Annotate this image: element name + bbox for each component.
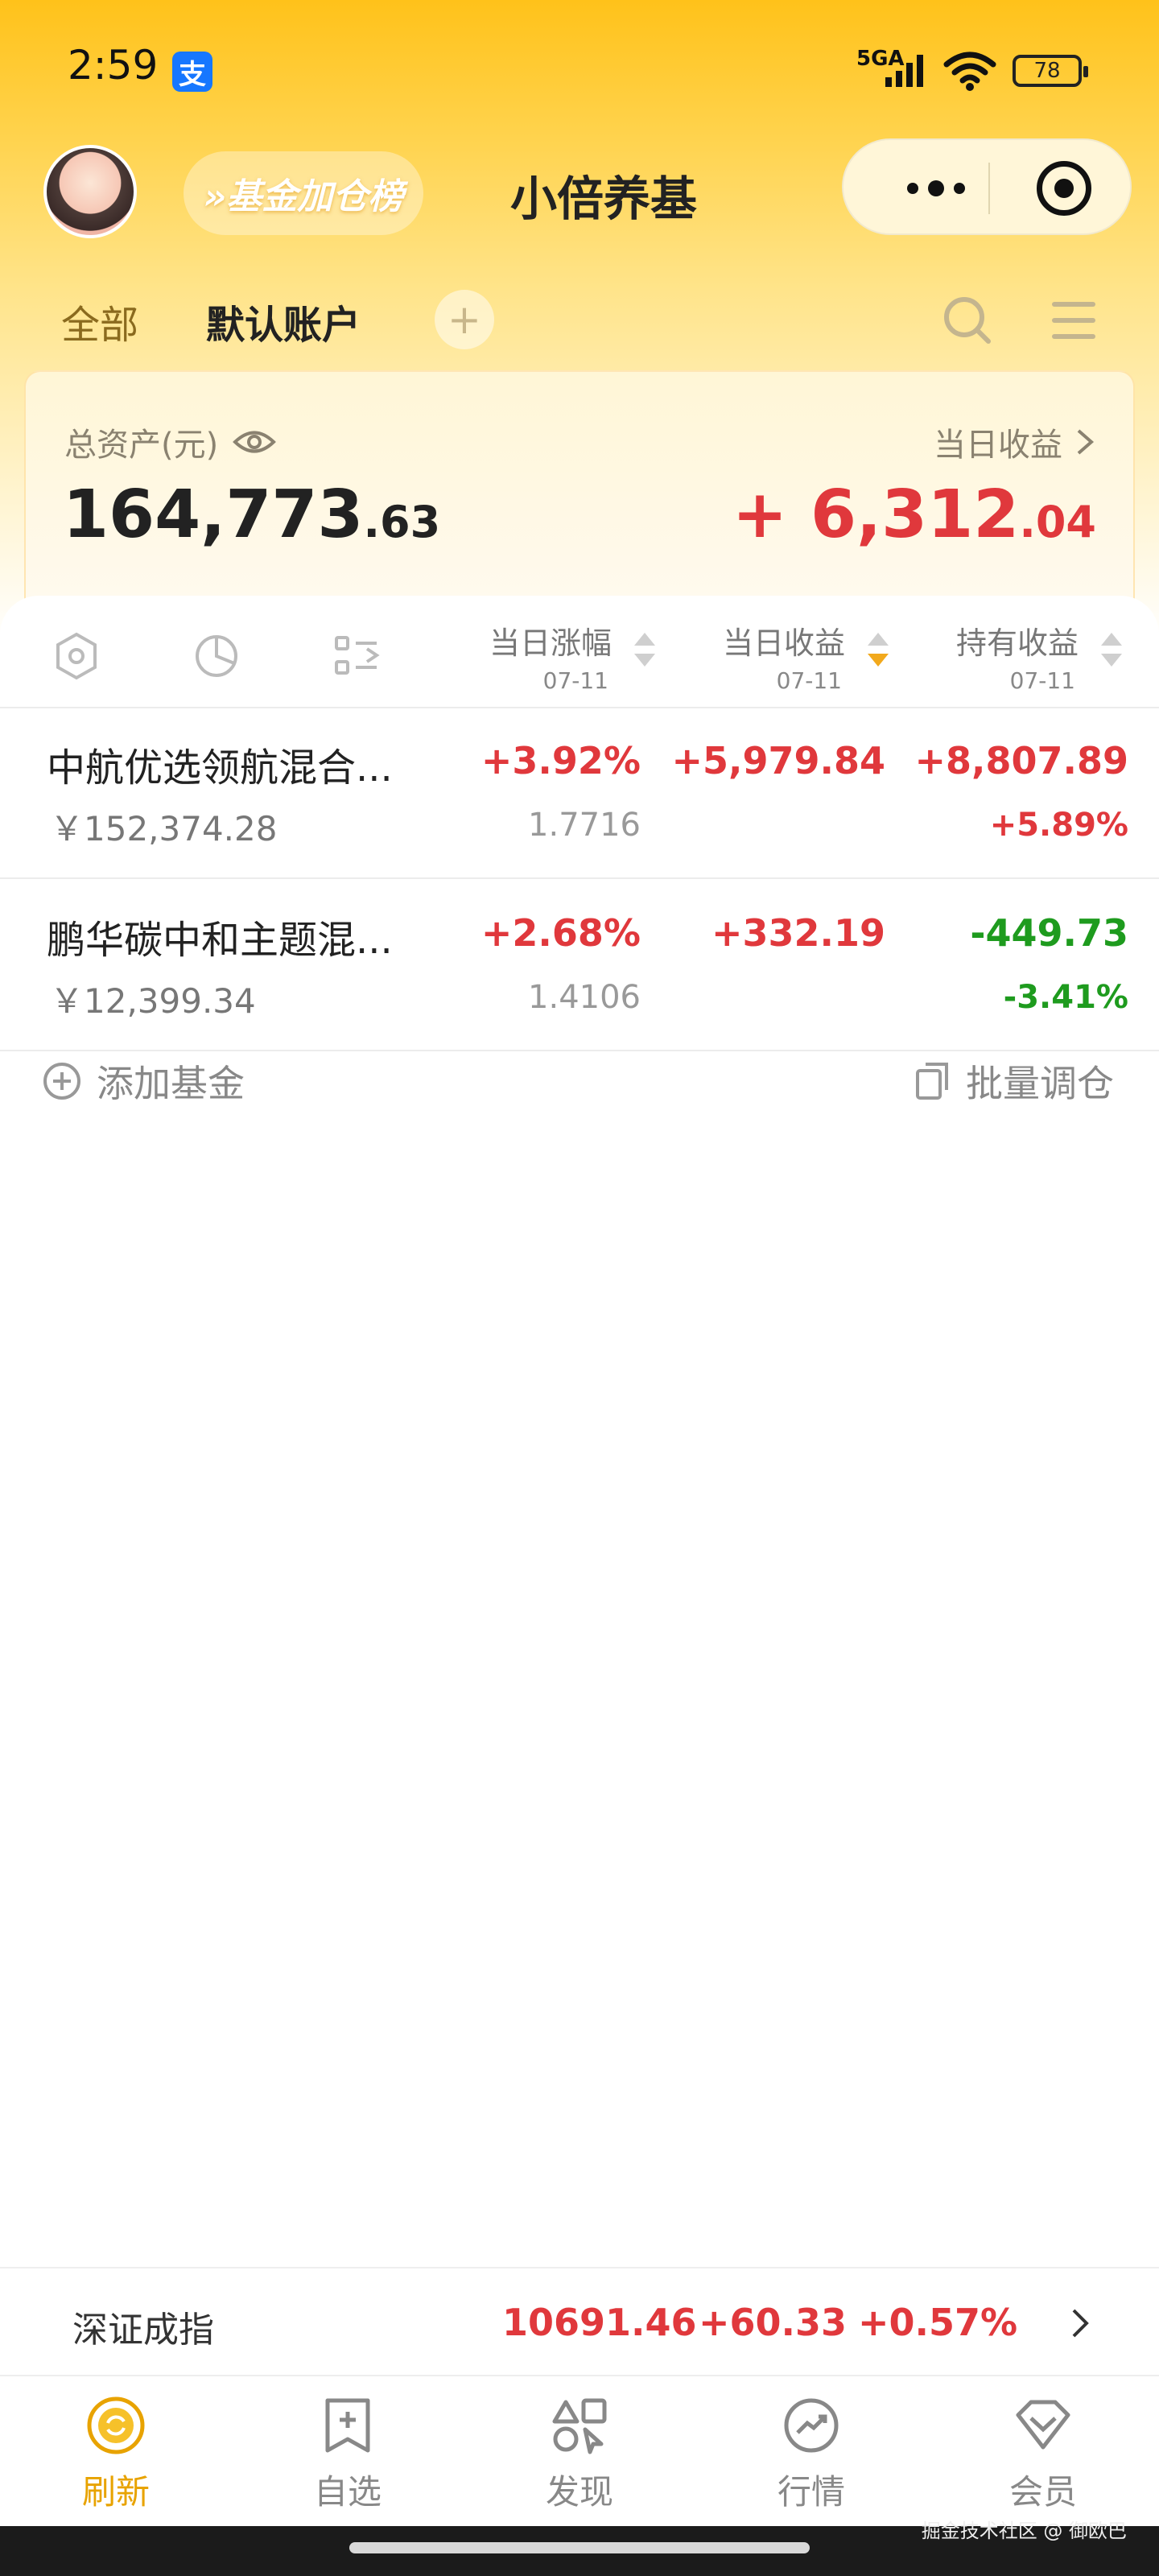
add-account-button[interactable]: +	[435, 290, 494, 349]
total-assets-value: 164,773.63	[63, 477, 440, 553]
sort-arrows-icon[interactable]	[1101, 633, 1124, 678]
daily-income-link[interactable]: 当日收益	[934, 419, 1095, 465]
avatar[interactable]	[43, 145, 137, 238]
sort-arrows-active-icon[interactable]	[868, 633, 890, 678]
holding-rate: +5.89%	[989, 807, 1128, 844]
nav-discover[interactable]: 发现	[499, 2394, 660, 2514]
add-circle-icon	[43, 1063, 80, 1100]
total-assets-label: 总资产(元)	[64, 427, 219, 464]
fund-row[interactable]: 鹏华碳中和主题混... ￥12,399.34 +2.68% 1.4106 +33…	[0, 881, 1159, 1051]
watermark: 掘金技术社区 @ 御欧巴	[921, 2520, 1127, 2542]
wifi-icon	[943, 52, 996, 91]
nav-label: 自选	[313, 2472, 382, 2512]
daily-income-label: 当日收益	[934, 427, 1062, 464]
fund-nav: 1.7716	[528, 807, 641, 844]
nav-label: 会员	[1008, 2472, 1077, 2512]
total-assets-decimal: .63	[363, 497, 441, 547]
sort-arrows-icon[interactable]	[634, 633, 657, 678]
fund-amount: ￥12,399.34	[50, 981, 256, 1021]
more-icon[interactable]	[884, 140, 988, 237]
daily-income-value: + 6,312.04	[732, 477, 1096, 553]
miniprogram-capsule	[842, 138, 1132, 235]
holding-income: -449.73	[970, 911, 1128, 955]
status-time: 2:59	[68, 42, 159, 89]
tab-default-account[interactable]: 默认账户	[206, 293, 361, 349]
column-date: 07-11	[542, 667, 608, 694]
settings-hex-icon[interactable]	[52, 631, 101, 681]
nav-vip[interactable]: 会员	[963, 2394, 1124, 2514]
holding-income: +8,807.89	[914, 739, 1128, 782]
column-date: 07-11	[1009, 667, 1075, 694]
fund-name: 中航优选领航混合...	[47, 745, 393, 791]
switch-view-icon[interactable]	[332, 631, 382, 681]
column-holding-income[interactable]: 持有收益 07-11	[934, 618, 1079, 694]
market-icon	[784, 2398, 839, 2453]
fund-amount: ￥152,374.28	[50, 809, 278, 848]
battery-indicator: 78	[1013, 55, 1088, 87]
nav-label: 行情	[777, 2472, 845, 2512]
daily-income-integer: + 6,312	[732, 477, 1020, 553]
add-fund-label: 添加基金	[97, 1062, 245, 1105]
column-title: 当日收益	[722, 625, 845, 661]
daily-income: +5,979.84	[671, 739, 885, 782]
list-actions: 添加基金 批量调仓	[0, 1055, 1159, 1135]
fund-nav: 1.4106	[528, 979, 641, 1016]
vip-icon	[1016, 2400, 1070, 2450]
fund-row[interactable]: 中航优选领航混合... ￥152,374.28 +3.92% 1.7716 +5…	[0, 708, 1159, 879]
column-title: 持有收益	[955, 625, 1079, 661]
holding-rate: -3.41%	[1003, 979, 1128, 1016]
status-bar: 2:59 支 5GA 78	[0, 0, 1159, 142]
index-value: 10691.46	[502, 2301, 697, 2344]
discover-icon	[552, 2398, 607, 2454]
index-change-pct: +0.57%	[858, 2301, 1018, 2344]
column-title: 当日涨幅	[489, 625, 612, 661]
total-assets-label-group: 总资产(元)	[64, 419, 277, 465]
index-name: 深证成指	[72, 2310, 214, 2351]
nav-market[interactable]: 行情	[731, 2394, 892, 2514]
column-daily-change[interactable]: 当日涨幅 07-11	[467, 618, 612, 694]
column-daily-income[interactable]: 当日收益 07-11	[700, 618, 845, 694]
app-title: 小倍养基	[509, 171, 697, 226]
menu-icon[interactable]	[1050, 296, 1098, 345]
refresh-icon	[87, 2396, 145, 2454]
copy-icon	[916, 1063, 948, 1100]
tab-all[interactable]: 全部	[61, 293, 138, 349]
fund-name: 鹏华碳中和主题混...	[47, 918, 393, 963]
add-fund-button[interactable]: 添加基金	[42, 1055, 245, 1108]
watchlist-icon	[325, 2398, 370, 2453]
nav-label: 刷新	[81, 2472, 150, 2512]
alipay-icon: 支	[172, 52, 212, 92]
daily-change: +2.68%	[481, 911, 641, 955]
daily-income: +332.19	[711, 911, 885, 955]
column-header: 当日涨幅 07-11 当日收益 07-11 持有收益 07-11	[0, 596, 1159, 708]
chevron-right-icon[interactable]	[1064, 2307, 1096, 2339]
home-indicator[interactable]	[349, 2542, 810, 2553]
fund-list-sheet: 当日涨幅 07-11 当日收益 07-11 持有收益 07-11 中航优选领航混…	[0, 596, 1159, 2270]
asset-summary-card: 总资产(元) 164,773.63 当日收益 + 6,312.04	[24, 370, 1135, 620]
index-change: +60.33	[699, 2301, 848, 2344]
signal-icon	[885, 55, 923, 87]
search-icon[interactable]	[940, 293, 993, 346]
daily-change: +3.92%	[481, 739, 641, 782]
bottom-nav: 刷新 自选 发现 行情 会员	[0, 2376, 1159, 2526]
nav-label: 发现	[545, 2472, 613, 2512]
nav-watchlist[interactable]: 自选	[267, 2394, 428, 2514]
nav-refresh[interactable]: 刷新	[35, 2394, 196, 2514]
market-index-bar[interactable]: 深证成指 10691.46 +60.33 +0.57%	[0, 2267, 1159, 2376]
eye-icon[interactable]	[233, 428, 277, 456]
pie-chart-icon[interactable]	[192, 631, 241, 681]
column-date: 07-11	[776, 667, 842, 694]
fund-ranking-button[interactable]: »基金加仓榜	[184, 151, 423, 235]
close-miniprogram-icon[interactable]	[1037, 161, 1091, 216]
batch-adjust-label: 批量调仓	[966, 1062, 1114, 1105]
daily-income-decimal: .04	[1019, 497, 1096, 547]
total-assets-integer: 164,773	[63, 477, 364, 553]
batch-adjust-button[interactable]: 批量调仓	[914, 1055, 1114, 1108]
chevron-right-icon	[1077, 429, 1095, 455]
capsule-divider	[988, 163, 990, 214]
